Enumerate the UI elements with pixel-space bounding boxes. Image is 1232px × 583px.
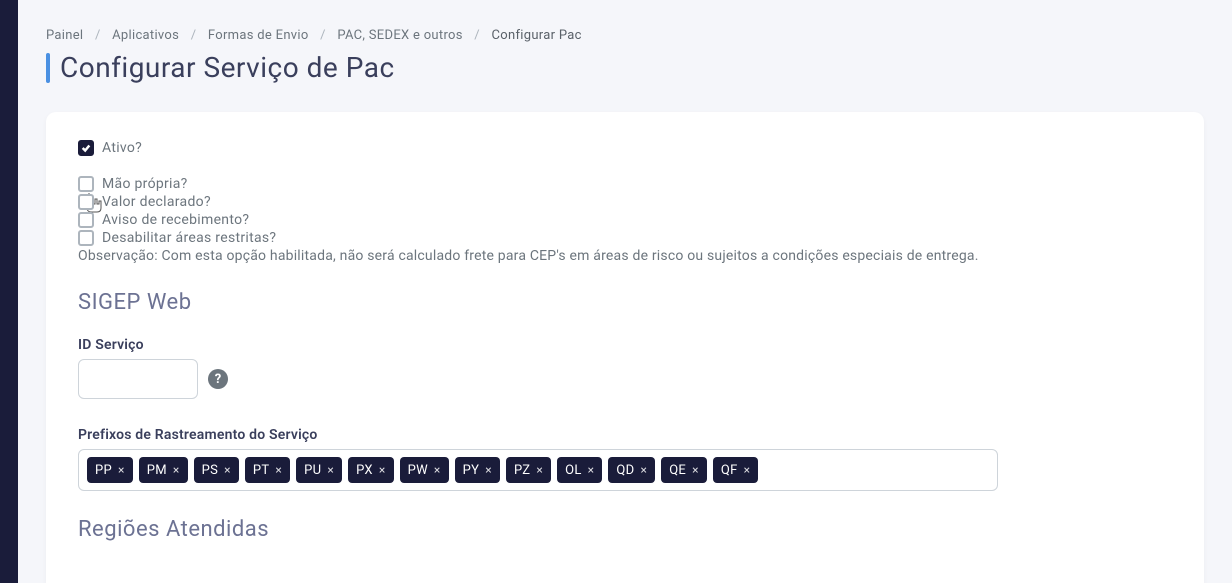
checkbox-areas-restritas[interactable] xyxy=(78,230,94,246)
breadcrumb-link-aplicativos[interactable]: Aplicativos xyxy=(112,28,179,43)
tag-label: PT xyxy=(253,463,270,478)
checkbox-row-mao: Mão própria? xyxy=(78,176,1172,192)
tag-remove-icon[interactable]: × xyxy=(173,463,180,477)
section-regioes-title: Regiões Atendidas xyxy=(78,517,1172,542)
tag-remove-icon[interactable]: × xyxy=(434,463,441,477)
tag-label: QD xyxy=(616,463,634,478)
tag-pz: PZ × xyxy=(506,457,551,483)
tag-remove-icon[interactable]: × xyxy=(327,463,334,477)
tag-px: PX × xyxy=(348,457,393,483)
prefixos-label: Prefixos de Rastreamento do Serviço xyxy=(78,427,1172,443)
tag-remove-icon[interactable]: × xyxy=(224,463,231,477)
tag-ps: PS × xyxy=(194,457,239,483)
page-title: Configurar Serviço de Pac xyxy=(60,51,395,84)
breadcrumb-separator: / xyxy=(474,28,480,43)
tags-input[interactable]: PP × PM × PS × PT × PU × PX × PW × PY × PZ × OL × QD × QE × QF × xyxy=(78,449,998,491)
left-sidebar xyxy=(0,0,18,583)
tag-label: QE xyxy=(669,463,686,478)
field-id-servico: ID Serviço ? xyxy=(78,337,1172,399)
tag-qf: QF × xyxy=(713,457,758,483)
tag-qe: QE × xyxy=(661,457,707,483)
tag-label: PS xyxy=(202,463,219,478)
tag-remove-icon[interactable]: × xyxy=(536,463,543,477)
checkbox-aviso-recebimento[interactable] xyxy=(78,212,94,228)
checkbox-label-valor: Valor declarado? xyxy=(102,194,211,210)
checkbox-valor-declarado[interactable] xyxy=(78,194,94,210)
tag-label: PW xyxy=(408,463,428,478)
breadcrumb-current: Configurar Pac xyxy=(491,28,581,43)
title-accent-bar xyxy=(46,53,50,83)
checkbox-row-valor: Valor declarado? xyxy=(78,194,1172,210)
tag-label: OL xyxy=(565,463,582,478)
breadcrumb-separator: / xyxy=(95,28,101,43)
breadcrumb-separator: / xyxy=(320,28,326,43)
tag-label: PM xyxy=(147,463,167,478)
tag-remove-icon[interactable]: × xyxy=(744,463,751,477)
breadcrumb: Painel / Aplicativos / Formas de Envio /… xyxy=(46,28,1204,43)
breadcrumb-link-formas[interactable]: Formas de Envio xyxy=(208,28,309,43)
checkbox-row-restritas: Desabilitar áreas restritas? xyxy=(78,230,1172,246)
tag-ol: OL × xyxy=(557,457,602,483)
checkbox-label-mao: Mão própria? xyxy=(102,176,188,192)
tag-remove-icon[interactable]: × xyxy=(640,463,647,477)
help-icon[interactable]: ? xyxy=(208,369,228,389)
tag-pw: PW × xyxy=(400,457,449,483)
id-servico-label: ID Serviço xyxy=(78,337,1172,353)
tag-remove-icon[interactable]: × xyxy=(379,463,386,477)
tag-remove-icon[interactable]: × xyxy=(275,463,282,477)
tag-remove-icon[interactable]: × xyxy=(118,463,125,477)
tag-label: QF xyxy=(721,463,738,478)
tag-remove-icon[interactable]: × xyxy=(588,463,595,477)
tag-label: PY xyxy=(463,463,480,478)
checkbox-ativo[interactable] xyxy=(78,140,94,156)
checkbox-label-ativo: Ativo? xyxy=(102,140,142,156)
checkbox-mao-propria[interactable] xyxy=(78,176,94,192)
main-content: Painel / Aplicativos / Formas de Envio /… xyxy=(18,0,1232,583)
breadcrumb-link-painel[interactable]: Painel xyxy=(46,28,83,43)
observacao-text: Observação: Com esta opção habilitada, n… xyxy=(78,248,1172,264)
tag-label: PP xyxy=(95,463,112,478)
page-title-wrap: Configurar Serviço de Pac xyxy=(46,51,1204,84)
checkbox-row-ativo: Ativo? xyxy=(78,140,1172,156)
id-servico-input[interactable] xyxy=(78,359,198,399)
tag-label: PU xyxy=(304,463,321,478)
tag-pp: PP × xyxy=(87,457,133,483)
form-card: Ativo? Mão própria? Valor declarado? xyxy=(46,112,1204,583)
checkbox-row-aviso: Aviso de recebimento? xyxy=(78,212,1172,228)
tag-pm: PM × xyxy=(139,457,188,483)
tag-remove-icon[interactable]: × xyxy=(485,463,492,477)
tag-remove-icon[interactable]: × xyxy=(692,463,699,477)
tag-label: PX xyxy=(356,463,373,478)
tag-qd: QD × xyxy=(608,457,655,483)
checkbox-label-aviso: Aviso de recebimento? xyxy=(102,212,249,228)
breadcrumb-link-pac-sedex[interactable]: PAC, SEDEX e outros xyxy=(337,28,462,43)
section-sigep-title: SIGEP Web xyxy=(78,290,1172,315)
tag-label: PZ xyxy=(514,463,530,478)
tag-py: PY × xyxy=(455,457,500,483)
field-prefixos: Prefixos de Rastreamento do Serviço PP×P… xyxy=(78,427,1172,491)
checkbox-label-restritas: Desabilitar áreas restritas? xyxy=(102,230,276,246)
tag-pt: PT × xyxy=(245,457,290,483)
breadcrumb-separator: / xyxy=(191,28,197,43)
tag-pu: PU × xyxy=(296,457,342,483)
